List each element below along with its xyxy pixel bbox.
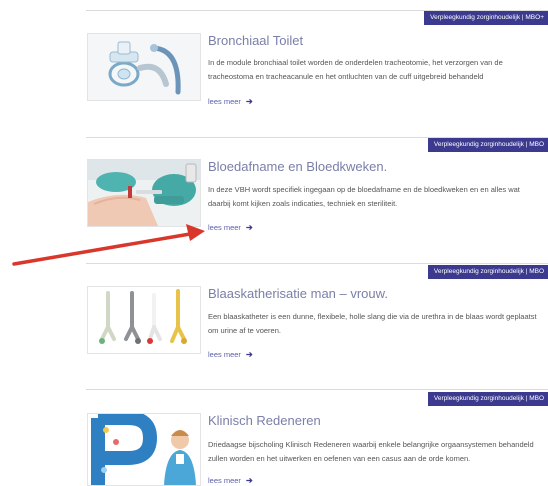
course-thumbnail[interactable] [87, 159, 201, 227]
read-more-label[interactable]: lees meer [208, 97, 241, 106]
course-title[interactable]: Blaaskatherisatie man – vrouw. [208, 286, 388, 301]
course-description: Een blaaskatheter is een dunne, flexibel… [208, 312, 537, 335]
divider [86, 263, 548, 264]
arrow-right-icon[interactable]: ➔ [246, 350, 253, 359]
arrow-right-icon[interactable]: ➔ [246, 223, 253, 232]
course-thumbnail[interactable] [87, 413, 201, 486]
course-title[interactable]: Bronchiaal Toilet [208, 33, 303, 48]
course-title[interactable]: Bloedafname en Bloedkweken. [208, 159, 387, 174]
course-description: In deze VBH wordt specifiek ingegaan op … [208, 185, 520, 208]
course-description: In de module bronchiaal toilet worden de… [208, 58, 503, 81]
read-more-link[interactable]: lees meer ➔ [208, 350, 253, 359]
category-badge[interactable]: Verpleegkundig zorginhoudelijk | MBO [427, 392, 548, 406]
course-thumbnail[interactable] [87, 286, 201, 354]
course-description: Driedaagse bijscholing Klinisch Redenere… [208, 440, 534, 463]
divider [86, 389, 548, 390]
read-more-link[interactable]: lees meer ➔ [208, 97, 253, 106]
read-more-label[interactable]: lees meer [208, 350, 241, 359]
category-badge[interactable]: Verpleegkundig zorginhoudelijk | MBO+ [424, 11, 548, 25]
category-badge[interactable]: Verpleegkundig zorginhoudelijk | MBO [427, 265, 548, 279]
course-thumbnail[interactable] [87, 33, 201, 101]
read-more-link[interactable]: lees meer ➔ [208, 223, 253, 232]
category-badge[interactable]: Verpleegkundig zorginhoudelijk | MBO [427, 138, 548, 152]
arrow-right-icon[interactable]: ➔ [246, 97, 253, 106]
read-more-label[interactable]: lees meer [208, 223, 241, 232]
course-title[interactable]: Klinisch Redeneren [208, 413, 321, 428]
